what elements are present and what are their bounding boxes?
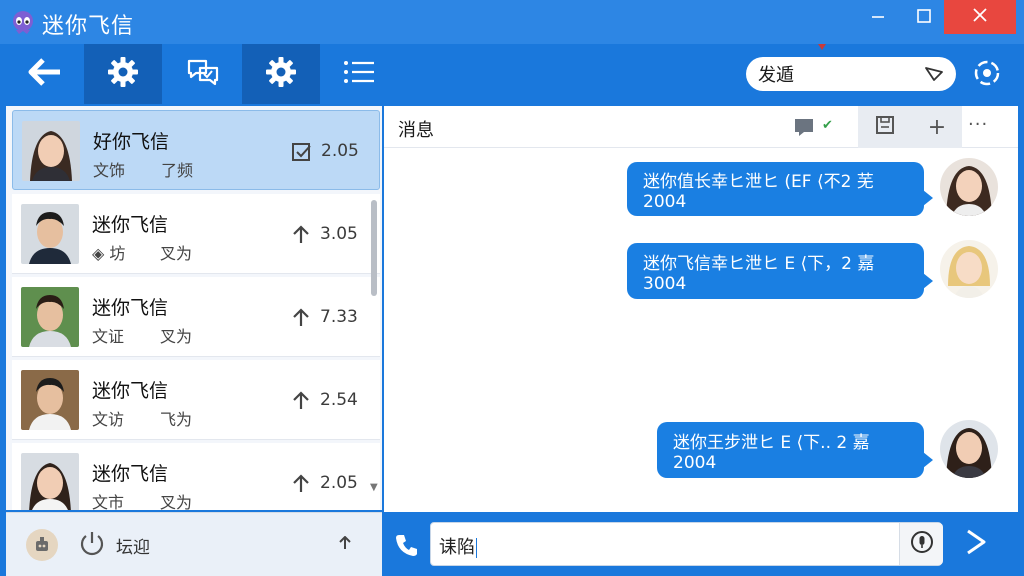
- maximize-button[interactable]: [898, 0, 950, 36]
- save-icon: [874, 114, 896, 140]
- chevron-down-icon[interactable]: ▼: [370, 482, 378, 493]
- checkbox-icon: [291, 141, 313, 167]
- contact-subtitle: 文证: [92, 327, 125, 346]
- chat-title: 消息: [398, 120, 434, 141]
- contact-value: 3.05: [320, 224, 358, 244]
- app-title: 迷你飞信: [42, 14, 135, 39]
- minimize-icon: [870, 8, 886, 28]
- arrow-up-icon: [290, 390, 312, 416]
- power-icon[interactable]: [78, 529, 106, 561]
- chat-tab[interactable]: [164, 44, 242, 104]
- message-avatar[interactable]: [940, 240, 998, 298]
- robot-avatar-icon[interactable]: [26, 529, 58, 561]
- contact-subtitle: 文饰: [93, 161, 126, 180]
- search-caret: [818, 44, 826, 50]
- message-input[interactable]: 诔陷: [430, 522, 943, 566]
- contact-subtitle: 文市: [92, 493, 125, 510]
- contact-value: 7.33: [320, 307, 358, 327]
- contact-avatar: [21, 370, 79, 430]
- alien-logo-icon: [10, 9, 36, 35]
- contact-name: 迷你飞信: [92, 380, 169, 402]
- more-icon[interactable]: ···: [968, 114, 988, 135]
- contact-row[interactable]: 迷你飞信 文访 飞为 2.54: [12, 360, 380, 440]
- contact-status: 飞为: [160, 410, 193, 429]
- gear-icon: [265, 56, 297, 92]
- sync-button[interactable]: [968, 56, 1006, 94]
- comment-icon[interactable]: [792, 115, 816, 143]
- add-button[interactable]: +: [912, 106, 962, 148]
- microphone-button[interactable]: [899, 523, 943, 565]
- contact-subtitle: 文访: [92, 410, 125, 429]
- gear-icon: [107, 56, 139, 92]
- contact-name: 迷你飞信: [92, 214, 169, 236]
- plus-icon: +: [927, 114, 947, 140]
- message-text: 迷你飞信幸ヒ泄ヒ E ⟨下，2 嘉3004: [643, 253, 875, 294]
- contact-name: 迷你飞信: [92, 463, 169, 485]
- contact-avatar: [21, 287, 79, 347]
- message-bubble[interactable]: 迷你王步泄ヒ E ⟨下.. 2 嘉2004: [657, 422, 933, 478]
- chat-header: 消息 ✔ + ···: [384, 106, 1018, 148]
- contact-row[interactable]: 好你飞信 文饰 了频 2.05: [12, 110, 380, 190]
- contact-row[interactable]: 迷你飞信 文证 叉为 7.33: [12, 277, 380, 357]
- chat-bubbles-icon: [186, 57, 220, 91]
- contact-value: 2.05: [321, 141, 359, 161]
- contact-name: 迷你飞信: [92, 297, 169, 319]
- message-bubble[interactable]: 迷你飞信幸ヒ泄ヒ E ⟨下，2 嘉3004: [627, 243, 933, 299]
- contact-row[interactable]: 迷你飞信 ◈ 坊 叉为 3.05: [12, 194, 380, 274]
- arrow-up-icon: [290, 307, 312, 333]
- search-input[interactable]: 发遁: [746, 57, 956, 91]
- list-icon: [343, 59, 375, 89]
- contact-value: 2.05: [320, 473, 358, 493]
- contact-status: 叉为: [160, 244, 193, 263]
- send-arrow-icon[interactable]: [962, 526, 990, 562]
- contact-status: 叉为: [160, 327, 193, 346]
- title-bar: 迷你飞信: [0, 0, 1024, 44]
- message-input-value: 诔陷: [439, 537, 477, 558]
- arrow-up-icon[interactable]: [338, 535, 352, 554]
- contact-subtitle: ◈ 坊: [92, 244, 126, 263]
- back-button[interactable]: [6, 44, 84, 104]
- close-icon: [972, 7, 988, 27]
- contact-status: 了频: [161, 161, 194, 180]
- contact-avatar: [21, 204, 79, 264]
- contact-list: 好你飞信 文饰 了频 2.05 迷你飞信 ◈ 坊 叉为 3.05 迷你飞信 文证…: [6, 106, 382, 510]
- message-bubble[interactable]: 迷你值长幸ヒ泄ヒ (EF ⟨不2 芜2004: [627, 162, 933, 216]
- message-input-bar: 诔陷: [384, 512, 1018, 576]
- message-text: 迷你王步泄ヒ E ⟨下.. 2 嘉2004: [673, 432, 870, 473]
- list-tab[interactable]: [320, 44, 398, 104]
- contact-list-scrollbar[interactable]: ▼: [370, 196, 378, 502]
- app-window: 迷你飞信 发遁 好你飞信 文饰 了频 2.05 迷你飞信 ◈ 坊 叉为 3.05…: [0, 0, 1024, 576]
- scroll-thumb[interactable]: [371, 200, 377, 296]
- arrow-left-icon: [27, 57, 63, 91]
- search-value: 发遁: [758, 65, 794, 86]
- contact-row[interactable]: 迷你飞信 文市 叉为 2.05: [12, 443, 380, 510]
- phone-icon[interactable]: [394, 532, 420, 562]
- check-icon[interactable]: ✔: [822, 118, 833, 133]
- contact-value: 2.54: [320, 390, 358, 410]
- contact-avatar: [22, 121, 80, 181]
- contact-avatar: [21, 453, 79, 510]
- send-icon[interactable]: [924, 64, 944, 88]
- message-avatar[interactable]: [940, 420, 998, 478]
- settings-tab[interactable]: [84, 44, 162, 104]
- close-button[interactable]: [944, 0, 1016, 34]
- save-button[interactable]: [858, 106, 912, 148]
- minimize-button[interactable]: [852, 0, 904, 36]
- arrow-up-icon: [290, 224, 312, 250]
- microphone-icon: [910, 530, 934, 558]
- toolbar: 发遁: [0, 44, 1024, 106]
- message-avatar[interactable]: [940, 158, 998, 216]
- left-footer: 坛迎: [6, 512, 382, 576]
- arrow-up-icon: [290, 473, 312, 499]
- message-text: 迷你值长幸ヒ泄ヒ (EF ⟨不2 芜2004: [643, 171, 874, 212]
- contact-status: 叉为: [160, 493, 193, 510]
- message-list: 迷你值长幸ヒ泄ヒ (EF ⟨不2 芜2004 迷你飞信幸ヒ泄ヒ E ⟨下，2 嘉…: [384, 148, 1018, 512]
- footer-label: 坛迎: [116, 538, 150, 558]
- sync-icon: [972, 58, 1002, 92]
- maximize-icon: [916, 8, 932, 28]
- settings-tab-2[interactable]: [242, 44, 320, 104]
- contact-name: 好你飞信: [93, 131, 170, 153]
